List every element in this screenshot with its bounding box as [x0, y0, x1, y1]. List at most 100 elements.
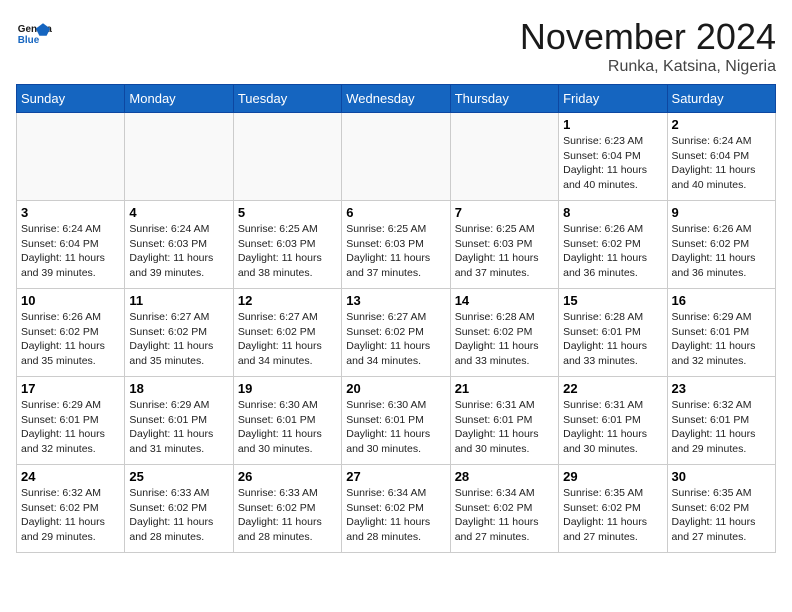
calendar-cell: 25 Sunrise: 6:33 AM Sunset: 6:02 PM Dayli… [125, 465, 233, 553]
svg-text:Blue: Blue [18, 35, 40, 46]
day-number: 7 [455, 205, 554, 220]
day-info: Sunrise: 6:30 AM Sunset: 6:01 PM Dayligh… [238, 398, 337, 457]
calendar-cell: 2 Sunrise: 6:24 AM Sunset: 6:04 PM Daylig… [667, 113, 775, 201]
week-row-5: 24 Sunrise: 6:32 AM Sunset: 6:02 PM Dayli… [17, 465, 776, 553]
calendar-cell: 26 Sunrise: 6:33 AM Sunset: 6:02 PM Dayli… [233, 465, 341, 553]
day-number: 20 [346, 381, 445, 396]
day-info: Sunrise: 6:30 AM Sunset: 6:01 PM Dayligh… [346, 398, 445, 457]
day-number: 29 [563, 469, 662, 484]
day-number: 15 [563, 293, 662, 308]
location-subtitle: Runka, Katsina, Nigeria [520, 58, 776, 76]
title-area: November 2024 Runka, Katsina, Nigeria [520, 16, 776, 76]
day-info: Sunrise: 6:25 AM Sunset: 6:03 PM Dayligh… [238, 222, 337, 281]
day-number: 6 [346, 205, 445, 220]
day-info: Sunrise: 6:27 AM Sunset: 6:02 PM Dayligh… [129, 310, 228, 369]
calendar-cell [450, 113, 558, 201]
day-info: Sunrise: 6:26 AM Sunset: 6:02 PM Dayligh… [672, 222, 771, 281]
day-info: Sunrise: 6:27 AM Sunset: 6:02 PM Dayligh… [346, 310, 445, 369]
weekday-header-friday: Friday [559, 85, 667, 113]
day-info: Sunrise: 6:34 AM Sunset: 6:02 PM Dayligh… [346, 486, 445, 545]
day-number: 16 [672, 293, 771, 308]
day-number: 10 [21, 293, 120, 308]
calendar-cell [342, 113, 450, 201]
day-number: 30 [672, 469, 771, 484]
day-number: 24 [21, 469, 120, 484]
calendar-cell: 16 Sunrise: 6:29 AM Sunset: 6:01 PM Dayli… [667, 289, 775, 377]
day-info: Sunrise: 6:24 AM Sunset: 6:04 PM Dayligh… [21, 222, 120, 281]
week-row-1: 1Sunrise: 6:23 AM Sunset: 6:04 PM Daylig… [17, 113, 776, 201]
calendar-cell: 30Sunrise: 6:35 AM Sunset: 6:02 PM Dayli… [667, 465, 775, 553]
calendar-cell: 10 Sunrise: 6:26 AM Sunset: 6:02 PM Dayli… [17, 289, 125, 377]
day-number: 21 [455, 381, 554, 396]
day-info: Sunrise: 6:35 AM Sunset: 6:02 PM Dayligh… [563, 486, 662, 545]
calendar-cell: 19 Sunrise: 6:30 AM Sunset: 6:01 PM Dayli… [233, 377, 341, 465]
day-info: Sunrise: 6:28 AM Sunset: 6:02 PM Dayligh… [455, 310, 554, 369]
calendar-cell: 22 Sunrise: 6:31 AM Sunset: 6:01 PM Dayli… [559, 377, 667, 465]
calendar-cell: 27 Sunrise: 6:34 AM Sunset: 6:02 PM Dayli… [342, 465, 450, 553]
day-number: 17 [21, 381, 120, 396]
day-info: Sunrise: 6:24 AM Sunset: 6:04 PM Dayligh… [672, 134, 771, 193]
weekday-header-tuesday: Tuesday [233, 85, 341, 113]
calendar-cell: 21 Sunrise: 6:31 AM Sunset: 6:01 PM Dayli… [450, 377, 558, 465]
weekday-header-monday: Monday [125, 85, 233, 113]
day-number: 26 [238, 469, 337, 484]
logo: General Blue [16, 16, 52, 52]
day-info: Sunrise: 6:33 AM Sunset: 6:02 PM Dayligh… [129, 486, 228, 545]
day-number: 25 [129, 469, 228, 484]
logo-icon: General Blue [16, 16, 52, 52]
day-number: 22 [563, 381, 662, 396]
day-info: Sunrise: 6:27 AM Sunset: 6:02 PM Dayligh… [238, 310, 337, 369]
week-row-4: 17 Sunrise: 6:29 AM Sunset: 6:01 PM Dayli… [17, 377, 776, 465]
calendar-cell: 5 Sunrise: 6:25 AM Sunset: 6:03 PM Daylig… [233, 201, 341, 289]
calendar-cell: 6 Sunrise: 6:25 AM Sunset: 6:03 PM Daylig… [342, 201, 450, 289]
calendar-cell: 1Sunrise: 6:23 AM Sunset: 6:04 PM Daylig… [559, 113, 667, 201]
calendar-cell [125, 113, 233, 201]
calendar-cell: 3 Sunrise: 6:24 AM Sunset: 6:04 PM Daylig… [17, 201, 125, 289]
day-number: 2 [672, 117, 771, 132]
week-row-2: 3 Sunrise: 6:24 AM Sunset: 6:04 PM Daylig… [17, 201, 776, 289]
calendar-cell: 13 Sunrise: 6:27 AM Sunset: 6:02 PM Dayli… [342, 289, 450, 377]
day-number: 9 [672, 205, 771, 220]
calendar-cell: 24 Sunrise: 6:32 AM Sunset: 6:02 PM Dayli… [17, 465, 125, 553]
day-number: 4 [129, 205, 228, 220]
day-info: Sunrise: 6:25 AM Sunset: 6:03 PM Dayligh… [346, 222, 445, 281]
day-number: 1 [563, 117, 662, 132]
calendar-cell: 15 Sunrise: 6:28 AM Sunset: 6:01 PM Dayli… [559, 289, 667, 377]
calendar-cell: 14 Sunrise: 6:28 AM Sunset: 6:02 PM Dayli… [450, 289, 558, 377]
day-number: 5 [238, 205, 337, 220]
day-number: 27 [346, 469, 445, 484]
day-info: Sunrise: 6:33 AM Sunset: 6:02 PM Dayligh… [238, 486, 337, 545]
day-info: Sunrise: 6:29 AM Sunset: 6:01 PM Dayligh… [21, 398, 120, 457]
calendar-cell: 23Sunrise: 6:32 AM Sunset: 6:01 PM Dayli… [667, 377, 775, 465]
day-number: 13 [346, 293, 445, 308]
weekday-header-saturday: Saturday [667, 85, 775, 113]
day-number: 23 [672, 381, 771, 396]
day-info: Sunrise: 6:31 AM Sunset: 6:01 PM Dayligh… [455, 398, 554, 457]
day-number: 14 [455, 293, 554, 308]
day-number: 19 [238, 381, 337, 396]
calendar-cell: 9 Sunrise: 6:26 AM Sunset: 6:02 PM Daylig… [667, 201, 775, 289]
calendar-cell: 17 Sunrise: 6:29 AM Sunset: 6:01 PM Dayli… [17, 377, 125, 465]
day-number: 3 [21, 205, 120, 220]
weekday-header-thursday: Thursday [450, 85, 558, 113]
day-info: Sunrise: 6:34 AM Sunset: 6:02 PM Dayligh… [455, 486, 554, 545]
day-number: 18 [129, 381, 228, 396]
day-info: Sunrise: 6:28 AM Sunset: 6:01 PM Dayligh… [563, 310, 662, 369]
calendar-cell: 20 Sunrise: 6:30 AM Sunset: 6:01 PM Dayli… [342, 377, 450, 465]
calendar-cell: 8Sunrise: 6:26 AM Sunset: 6:02 PM Daylig… [559, 201, 667, 289]
week-row-3: 10 Sunrise: 6:26 AM Sunset: 6:02 PM Dayli… [17, 289, 776, 377]
day-info: Sunrise: 6:26 AM Sunset: 6:02 PM Dayligh… [21, 310, 120, 369]
calendar-cell: 7Sunrise: 6:25 AM Sunset: 6:03 PM Daylig… [450, 201, 558, 289]
weekday-header-wednesday: Wednesday [342, 85, 450, 113]
day-info: Sunrise: 6:24 AM Sunset: 6:03 PM Dayligh… [129, 222, 228, 281]
day-info: Sunrise: 6:29 AM Sunset: 6:01 PM Dayligh… [672, 310, 771, 369]
day-info: Sunrise: 6:31 AM Sunset: 6:01 PM Dayligh… [563, 398, 662, 457]
day-info: Sunrise: 6:26 AM Sunset: 6:02 PM Dayligh… [563, 222, 662, 281]
calendar-cell [233, 113, 341, 201]
day-info: Sunrise: 6:32 AM Sunset: 6:02 PM Dayligh… [21, 486, 120, 545]
calendar-cell: 29 Sunrise: 6:35 AM Sunset: 6:02 PM Dayli… [559, 465, 667, 553]
calendar-cell: 18 Sunrise: 6:29 AM Sunset: 6:01 PM Dayli… [125, 377, 233, 465]
calendar-cell: 4 Sunrise: 6:24 AM Sunset: 6:03 PM Daylig… [125, 201, 233, 289]
day-info: Sunrise: 6:29 AM Sunset: 6:01 PM Dayligh… [129, 398, 228, 457]
calendar-cell: 28Sunrise: 6:34 AM Sunset: 6:02 PM Dayli… [450, 465, 558, 553]
